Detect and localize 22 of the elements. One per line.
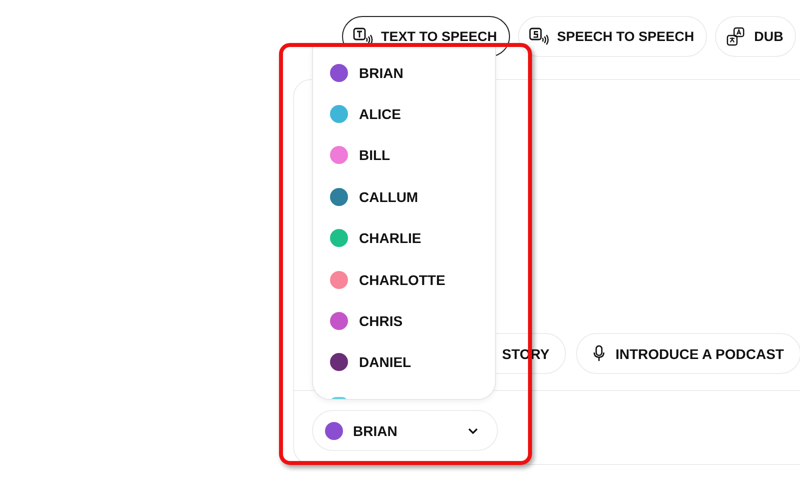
voice-name: CHRIS (359, 313, 403, 330)
voice-name: CALLUM (359, 188, 418, 205)
voice-option[interactable]: CALLUM (313, 176, 480, 218)
voice-name: BRIAN (359, 64, 404, 81)
voice-name: CHARLIE (359, 230, 422, 246)
prompt-chip[interactable]: INTRODUCE A PODCAST (576, 333, 800, 374)
voice-mode-icon (529, 27, 550, 46)
mode-tab[interactable]: DUB (715, 16, 796, 57)
voice-mode-icon (353, 27, 373, 46)
translate-icon (726, 27, 746, 46)
voice-name: CHARLOTTE (359, 272, 446, 288)
voice-option[interactable]: ALICE (313, 93, 480, 135)
voice-option[interactable]: CHARLIE (313, 218, 480, 259)
microphone-icon (593, 345, 606, 362)
voice-name: ALICE (359, 106, 401, 122)
voice-name: DANIEL (359, 354, 412, 370)
chevron-down-icon (467, 426, 479, 434)
mode-tab[interactable]: SPEECH TO SPEECH (518, 16, 708, 57)
voice-option[interactable]: BILL (313, 134, 480, 176)
voice-option[interactable]: CHARLOTTE (313, 258, 480, 300)
voice-select[interactable]: BRIAN (312, 410, 498, 451)
voice-name: BILL (359, 147, 390, 164)
